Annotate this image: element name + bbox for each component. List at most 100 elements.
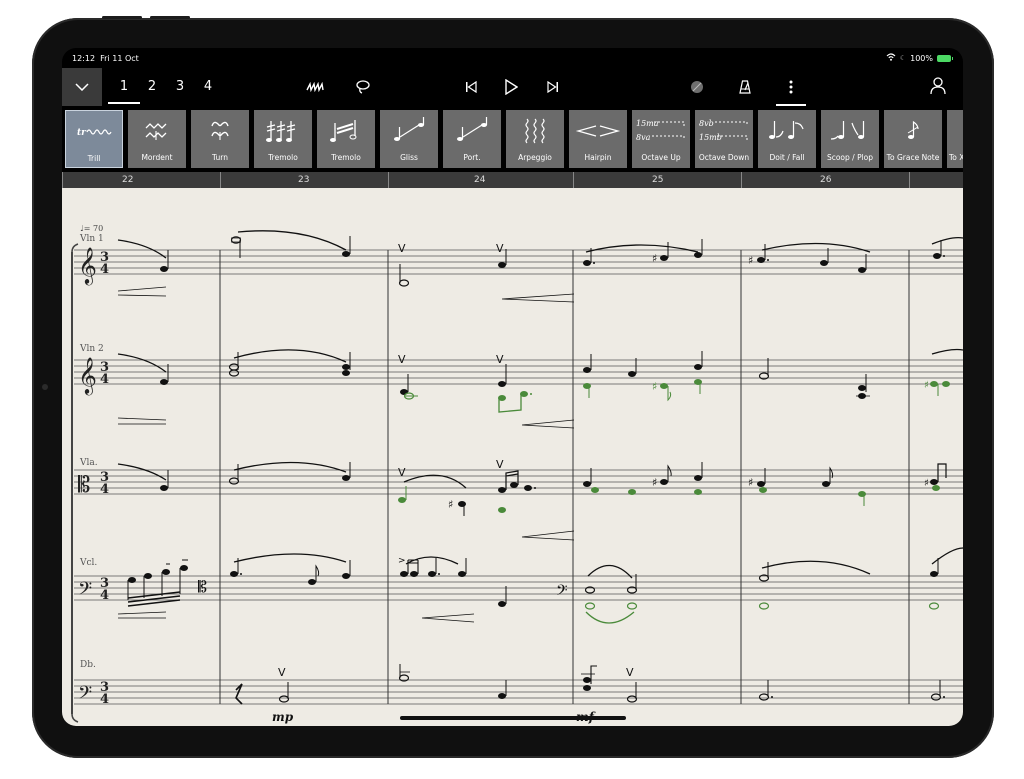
page-tab-3[interactable]: 3 bbox=[170, 76, 190, 96]
gliss-icon bbox=[380, 114, 438, 148]
svg-text:♯: ♯ bbox=[652, 380, 657, 393]
palette-gliss[interactable]: Gliss bbox=[380, 110, 438, 168]
time-signature-cello: 4 bbox=[100, 588, 109, 603]
page-tab-1[interactable]: 1 bbox=[108, 76, 140, 104]
svg-text:♯: ♯ bbox=[748, 476, 753, 489]
svg-text:V: V bbox=[398, 242, 406, 255]
volume-button bbox=[150, 16, 190, 19]
svg-text:>: > bbox=[398, 556, 406, 566]
palette-grace-note[interactable]: To Grace Note bbox=[884, 110, 942, 168]
palette-tremolo-beam[interactable]: Tremolo bbox=[317, 110, 375, 168]
doit-fall-icon bbox=[758, 114, 816, 148]
score-notation: 𝄞 34𝄞 34𝄡 34𝄢 34𝄢 34 V V ♯ ♯ V V ♯ ♯ V ♯… bbox=[71, 230, 963, 723]
time-signature-double-bass: 4 bbox=[100, 692, 109, 707]
palette-trill[interactable]: tr Trill bbox=[65, 110, 123, 168]
more-options-button[interactable] bbox=[776, 76, 806, 106]
portamento-icon bbox=[443, 114, 501, 148]
octave-up-icon: 15ma 8va bbox=[632, 114, 690, 148]
record-button[interactable] bbox=[686, 76, 708, 98]
svg-text:V: V bbox=[626, 666, 634, 679]
svg-text:V: V bbox=[398, 353, 406, 366]
palette-portamento[interactable]: Port. bbox=[443, 110, 501, 168]
clef-cello: 𝄢 bbox=[78, 579, 92, 604]
svg-text:15ma: 15ma bbox=[636, 119, 659, 128]
bar-number-26: 26 bbox=[820, 175, 832, 185]
svg-text:V: V bbox=[398, 466, 406, 479]
more-vertical-icon bbox=[789, 80, 793, 94]
clef-violin-2: 𝄞 bbox=[78, 356, 97, 395]
palette-turn[interactable]: Turn bbox=[191, 110, 249, 168]
time-signature-violin-2: 4 bbox=[100, 372, 109, 387]
play-icon bbox=[505, 79, 518, 95]
rewind-button[interactable] bbox=[460, 76, 482, 98]
bar-number-24: 24 bbox=[474, 175, 486, 185]
palette-mordent[interactable]: Mordent bbox=[128, 110, 186, 168]
bar-number-23: 23 bbox=[298, 175, 310, 185]
palette-scoop-plop[interactable]: Scoop / Plop bbox=[821, 110, 879, 168]
score-canvas[interactable]: ♩= 70 Vln 1 Vln 2 Vla. Vcl. Db. mp mf 𝄞3… bbox=[62, 188, 963, 726]
wifi-icon bbox=[886, 53, 896, 63]
user-icon bbox=[930, 77, 946, 95]
page-tab-4[interactable]: 4 bbox=[198, 76, 218, 96]
svg-text:♯: ♯ bbox=[448, 498, 453, 511]
account-button[interactable] bbox=[926, 74, 950, 98]
staff-violin-2-notes: V V ♯ ♯ bbox=[117, 348, 963, 429]
staff-violin-1-notes: V V ♯ ♯ bbox=[117, 230, 963, 303]
status-time: 12:12 bbox=[72, 54, 96, 63]
palette-arpeggio[interactable]: Arpeggio bbox=[506, 110, 564, 168]
octave-down-icon: 8vb 15mb bbox=[695, 114, 753, 148]
home-indicator[interactable] bbox=[400, 716, 626, 720]
clef-viola: 𝄡 bbox=[78, 473, 90, 498]
scoop-plop-icon bbox=[821, 114, 879, 148]
screen: 12:12 Fri 11 Oct ☾ 100% 1 2 3 4 tr Trill… bbox=[62, 48, 963, 726]
palette-tremolo[interactable]: Tremolo bbox=[254, 110, 312, 168]
camera-dot bbox=[42, 384, 48, 390]
page-tab-2[interactable]: 2 bbox=[142, 76, 162, 96]
palette-octave-down[interactable]: 8vb 15mb Octave Down bbox=[695, 110, 753, 168]
metronome-button[interactable] bbox=[734, 76, 756, 98]
svg-text:15mb: 15mb bbox=[699, 133, 722, 142]
trill-icon: tr bbox=[66, 115, 124, 149]
chevron-down-icon bbox=[75, 83, 89, 91]
bar-number-22: 22 bbox=[122, 175, 134, 185]
clef-double-bass: 𝄢 bbox=[78, 683, 92, 708]
ornament-palette: tr Trill Mordent Turn Tremolo Tremolo Gl… bbox=[62, 110, 963, 170]
svg-text:8vb: 8vb bbox=[699, 119, 714, 128]
skip-forward-icon bbox=[547, 81, 558, 93]
svg-text:𝄢: 𝄢 bbox=[556, 582, 568, 603]
turn-icon bbox=[191, 114, 249, 148]
play-button[interactable] bbox=[499, 74, 523, 100]
lasso-icon bbox=[356, 80, 370, 94]
mordent-icon bbox=[128, 114, 186, 148]
handwriting-tool-button[interactable] bbox=[302, 76, 330, 98]
staff-cello-notes: 𝄡 > 𝄢 bbox=[117, 547, 963, 624]
clef-violin-1: 𝄞 bbox=[78, 246, 97, 285]
time-signature-viola: 4 bbox=[100, 482, 109, 497]
svg-text:♯: ♯ bbox=[748, 254, 753, 267]
volume-button bbox=[102, 16, 142, 19]
moon-icon: ☾ bbox=[899, 54, 907, 62]
svg-text:V: V bbox=[496, 353, 504, 366]
svg-text:V: V bbox=[496, 242, 504, 255]
svg-text:tr: tr bbox=[77, 128, 87, 138]
collapse-palette-button[interactable] bbox=[62, 68, 102, 106]
forward-button[interactable] bbox=[542, 76, 564, 98]
palette-to-x[interactable]: To X bbox=[947, 110, 963, 168]
battery-percent: 100% bbox=[910, 53, 933, 63]
svg-text:𝄡: 𝄡 bbox=[198, 577, 207, 596]
lasso-tool-button[interactable] bbox=[350, 76, 376, 98]
palette-octave-up[interactable]: 15ma 8va Octave Up bbox=[632, 110, 690, 168]
status-bar: 12:12 Fri 11 Oct ☾ 100% bbox=[62, 48, 963, 68]
record-icon bbox=[691, 81, 703, 93]
svg-text:♯: ♯ bbox=[924, 380, 929, 391]
tremolo-icon bbox=[254, 114, 312, 148]
battery-icon bbox=[937, 54, 953, 62]
status-date: Fri 11 Oct bbox=[100, 54, 139, 63]
grace-note-icon bbox=[884, 114, 942, 148]
tremolo-beam-icon bbox=[317, 114, 375, 148]
palette-hairpin[interactable]: Hairpin bbox=[569, 110, 627, 168]
bar-number-25: 25 bbox=[652, 175, 664, 185]
time-signature-violin-1: 4 bbox=[100, 262, 109, 277]
bar-ruler[interactable]: 22 23 24 25 26 bbox=[62, 172, 963, 188]
palette-doit-fall[interactable]: Doit / Fall bbox=[758, 110, 816, 168]
